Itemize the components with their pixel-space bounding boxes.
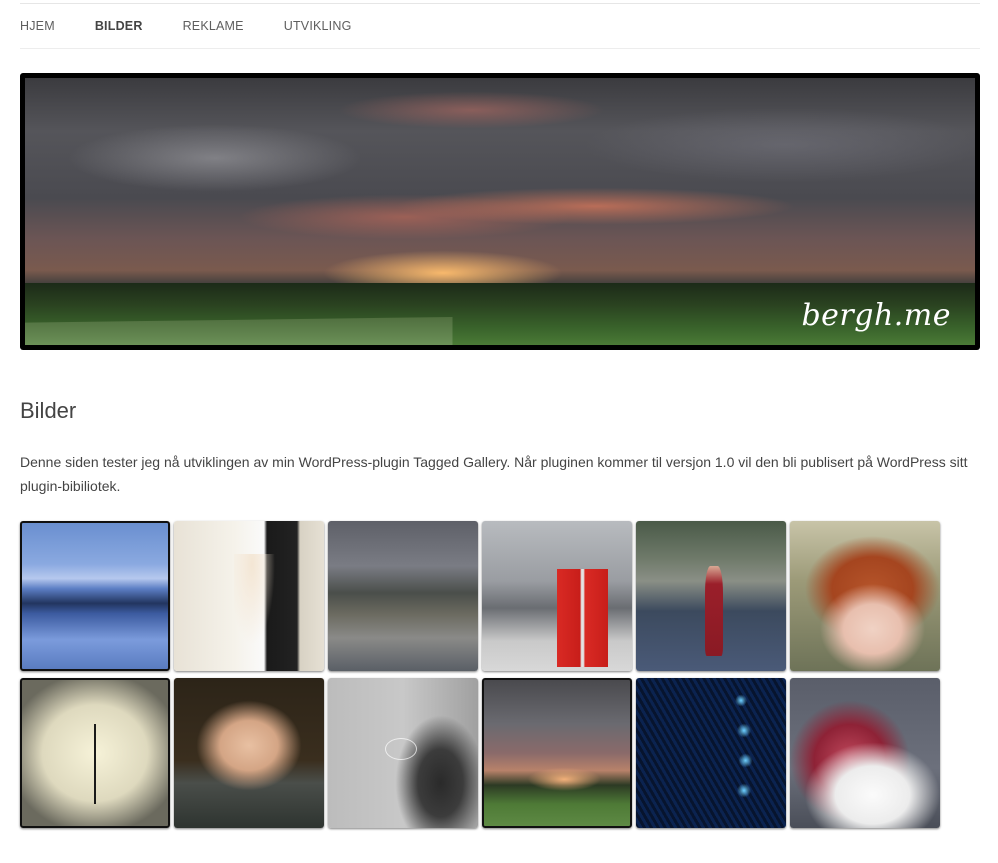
nav-item-bilder[interactable]: BILDER — [95, 19, 143, 33]
nav-item-hjem[interactable]: HJEM — [20, 19, 55, 33]
gallery-thumbnail[interactable] — [174, 521, 324, 671]
main-navigation: HJEM BILDER REKLAME UTVIKLING — [20, 4, 980, 49]
intro-text: Denne siden tester jeg nå utviklingen av… — [20, 454, 968, 494]
gallery-thumbnail[interactable] — [20, 678, 170, 828]
page-title: Bilder — [20, 398, 77, 423]
gallery-thumbnail[interactable] — [482, 521, 632, 671]
header-banner[interactable]: bergh.me — [20, 73, 980, 350]
gallery-thumbnail[interactable] — [174, 678, 324, 828]
site-logo: bergh.me — [801, 298, 951, 333]
nav-item-reklame[interactable]: REKLAME — [183, 19, 244, 33]
gallery-thumbnail[interactable] — [328, 521, 478, 671]
gallery-thumbnail[interactable] — [482, 678, 632, 828]
gallery-thumbnail[interactable] — [790, 521, 940, 671]
nav-item-utvikling[interactable]: UTVIKLING — [284, 19, 352, 33]
gallery-thumbnail[interactable] — [328, 678, 478, 828]
gallery-thumbnail[interactable] — [20, 521, 170, 671]
gallery-thumbnail[interactable] — [636, 521, 786, 671]
tagged-gallery — [20, 521, 950, 828]
gallery-thumbnail[interactable] — [636, 678, 786, 828]
banner-image: bergh.me — [25, 78, 975, 345]
gallery-thumbnail[interactable] — [790, 678, 940, 828]
